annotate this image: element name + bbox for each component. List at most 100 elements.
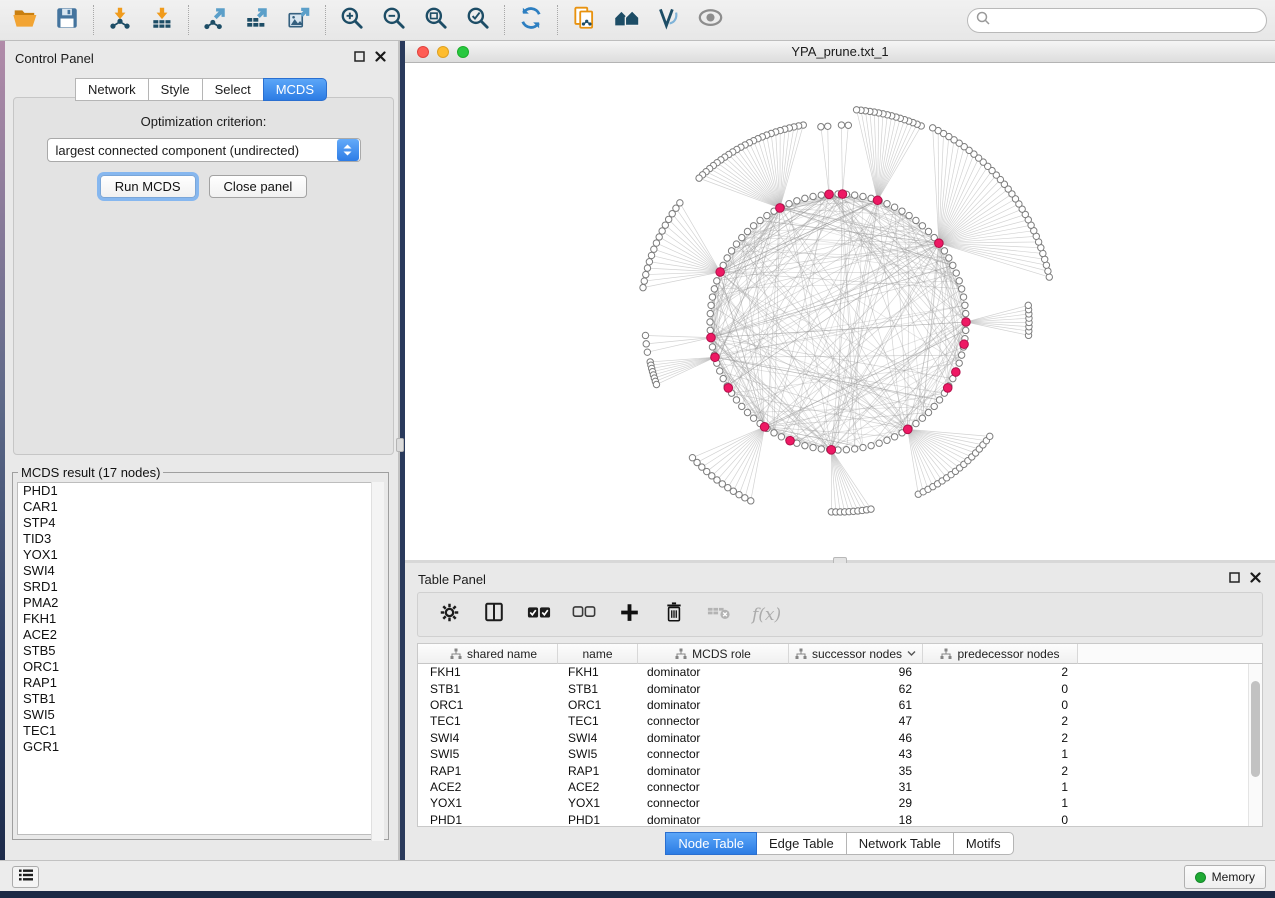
mcds-result-item[interactable]: CAR1 <box>18 499 383 515</box>
mcds-result-item[interactable]: ACE2 <box>18 627 383 643</box>
table-row[interactable]: FKH1 FKH1 dominator 96 2 <box>418 664 1262 680</box>
table-row[interactable]: YOX1 YOX1 connector 29 1 <box>418 795 1262 811</box>
toolbar-separator <box>188 5 189 35</box>
table-panel-tab[interactable]: Motifs <box>953 832 1014 855</box>
mcds-result-item[interactable]: TEC1 <box>18 723 383 739</box>
mcds-result-item[interactable]: RAP1 <box>18 675 383 691</box>
graphics-details-button[interactable] <box>692 2 728 38</box>
column-header-predecessor-nodes[interactable]: predecessor nodes <box>923 644 1078 664</box>
tree-icon <box>450 648 462 660</box>
select-all-icon <box>527 604 551 625</box>
export-image-icon <box>286 5 312 36</box>
create-column-button[interactable] <box>617 603 641 627</box>
table-panel-tab[interactable]: Edge Table <box>756 832 847 855</box>
mcds-list-scrollbar[interactable] <box>371 482 384 841</box>
table-body: FKH1 FKH1 dominator 96 2 STB1 STB1 domin… <box>418 664 1262 827</box>
mcds-result-item[interactable]: YOX1 <box>18 547 383 563</box>
v-slash-icon <box>655 5 681 36</box>
control-panel-tab[interactable]: Style <box>148 78 203 101</box>
network-window-titlebar[interactable]: YPA_prune.txt_1 <box>405 41 1275 63</box>
table-row[interactable]: RAP1 RAP1 dominator 35 2 <box>418 762 1262 778</box>
control-panel-tab[interactable]: Network <box>75 78 149 101</box>
mcds-result-item[interactable]: PHD1 <box>18 483 383 499</box>
mcds-result-item[interactable]: PMA2 <box>18 595 383 611</box>
mcds-result-item[interactable]: STB1 <box>18 691 383 707</box>
export-network-icon <box>202 5 228 36</box>
list-icon <box>18 868 34 887</box>
import-table-icon <box>149 5 175 36</box>
import-network-button[interactable] <box>102 2 138 38</box>
mcds-result-item[interactable]: SRD1 <box>18 579 383 595</box>
memory-button[interactable]: Memory <box>1184 865 1266 889</box>
table-panel-tab[interactable]: Node Table <box>665 832 757 855</box>
control-panel-tab[interactable]: MCDS <box>263 78 327 101</box>
delete-column-button[interactable] <box>662 603 686 627</box>
table-scrollbar[interactable] <box>1248 664 1262 826</box>
mcds-result-item[interactable]: SWI4 <box>18 563 383 579</box>
select-all-button[interactable] <box>527 603 551 627</box>
status-bar: Memory <box>0 860 1275 891</box>
import-network-icon <box>107 5 133 36</box>
home-networks-button[interactable] <box>608 2 644 38</box>
close-panel-icon[interactable] <box>375 49 386 67</box>
close-panel-button[interactable]: Close panel <box>209 175 308 198</box>
close-panel-icon[interactable] <box>1250 570 1261 588</box>
vertical-splitter-handle[interactable] <box>396 438 404 452</box>
mcds-result-item[interactable]: ORC1 <box>18 659 383 675</box>
column-header-filler <box>1078 644 1262 664</box>
mcds-result-item[interactable]: SWI5 <box>18 707 383 723</box>
gear-icon <box>439 602 460 628</box>
mcds-result-item[interactable]: STB5 <box>18 643 383 659</box>
export-web-button[interactable] <box>566 2 602 38</box>
zoom-selected-button[interactable] <box>460 2 496 38</box>
show-columns-button[interactable] <box>482 603 506 627</box>
float-panel-icon[interactable] <box>354 49 365 67</box>
search-icon <box>975 10 991 31</box>
cybrowser-button[interactable] <box>650 2 686 38</box>
mcds-result-item[interactable]: FKH1 <box>18 611 383 627</box>
export-table-button[interactable] <box>239 2 275 38</box>
table-row[interactable]: TEC1 TEC1 connector 47 2 <box>418 713 1262 729</box>
zoom-fit-button[interactable] <box>418 2 454 38</box>
function-builder-button-disabled: f(x) <box>752 605 781 625</box>
control-panel-tab[interactable]: Select <box>202 78 264 101</box>
zoom-in-button[interactable] <box>334 2 370 38</box>
table-row[interactable]: STB1 STB1 dominator 62 0 <box>418 680 1262 696</box>
search-input[interactable] <box>991 10 1266 30</box>
table-settings-button[interactable] <box>437 603 461 627</box>
open-folder-icon <box>12 5 38 36</box>
task-history-button[interactable] <box>12 866 39 888</box>
save-session-button[interactable] <box>49 2 85 38</box>
column-header-name[interactable]: name <box>558 644 638 664</box>
import-table-button[interactable] <box>144 2 180 38</box>
table-row[interactable]: PHD1 PHD1 dominator 18 0 <box>418 812 1262 827</box>
table-row[interactable]: SWI4 SWI4 dominator 46 2 <box>418 730 1262 746</box>
plus-icon <box>619 602 640 628</box>
table-row[interactable]: ORC1 ORC1 dominator 61 0 <box>418 697 1262 713</box>
column-header-successor-nodes[interactable]: successor nodes <box>789 644 923 664</box>
mcds-result-list[interactable]: PHD1CAR1STP4TID3YOX1SWI4SRD1PMA2FKH1ACE2… <box>17 482 384 835</box>
open-session-button[interactable] <box>7 2 43 38</box>
export-network-button[interactable] <box>197 2 233 38</box>
table-panel-tab[interactable]: Network Table <box>846 832 954 855</box>
tree-icon <box>795 648 807 660</box>
float-panel-icon[interactable] <box>1229 570 1240 588</box>
column-header-mcds-role[interactable]: MCDS role <box>638 644 789 664</box>
table-row[interactable]: SWI5 SWI5 connector 43 1 <box>418 746 1262 762</box>
zoom-out-button[interactable] <box>376 2 412 38</box>
mcds-result-item[interactable]: STP4 <box>18 515 383 531</box>
column-header-shared-name[interactable]: shared name <box>418 644 558 664</box>
export-image-button[interactable] <box>281 2 317 38</box>
network-graph[interactable] <box>405 63 1275 559</box>
run-mcds-button[interactable]: Run MCDS <box>100 175 196 198</box>
table-row[interactable]: ACE2 ACE2 connector 31 1 <box>418 779 1262 795</box>
optimization-criterion-select[interactable]: largest connected component (undirected) <box>47 138 361 162</box>
apply-layout-button[interactable] <box>513 2 549 38</box>
mcds-result-item[interactable]: GCR1 <box>18 739 383 755</box>
mcds-result-item[interactable]: TID3 <box>18 531 383 547</box>
optimization-criterion-value: largest connected component (undirected) <box>48 143 337 158</box>
table-scrollbar-thumb[interactable] <box>1251 681 1260 777</box>
delete-table-button-disabled <box>707 603 731 627</box>
table-panel: Table Panel f(x) shared name <box>405 563 1275 860</box>
deselect-all-button[interactable] <box>572 603 596 627</box>
